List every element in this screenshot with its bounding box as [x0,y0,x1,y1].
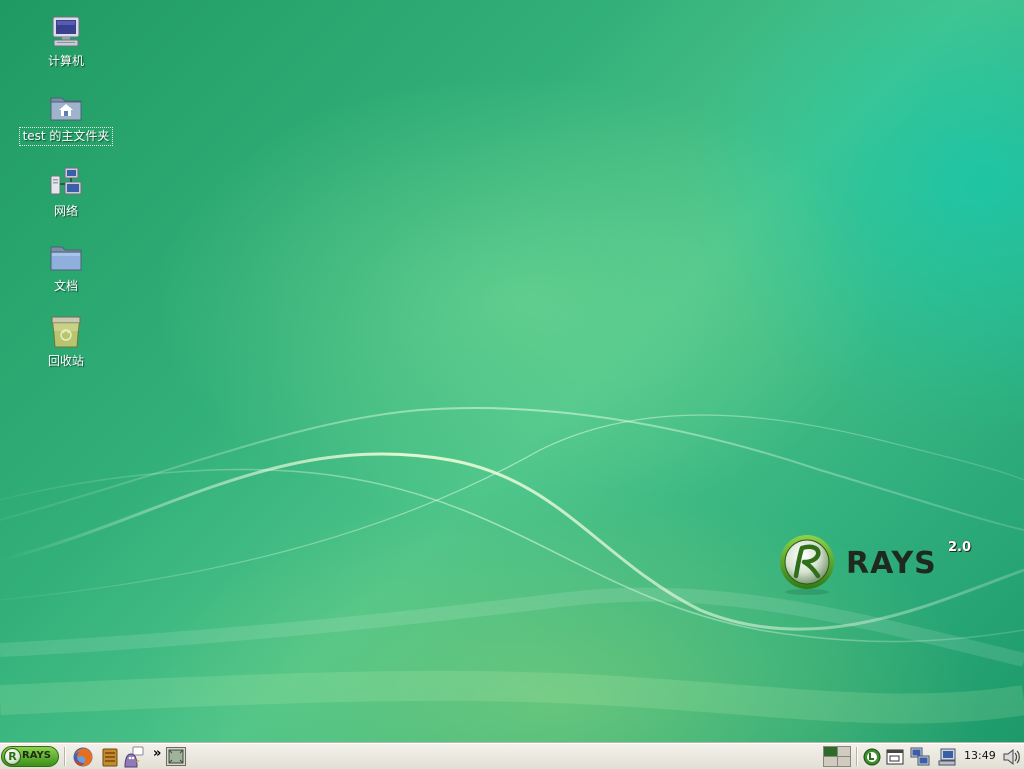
taskbar-separator [64,747,66,766]
brand-name: RAYS [846,546,937,581]
rays-start-logo-icon: R [4,748,21,765]
desktop-icon-label: 计算机 [47,54,84,68]
desktop-icon-label: test 的主文件夹 [18,127,114,146]
workspace-1[interactable] [824,747,837,756]
start-button[interactable]: R RAYS [1,746,59,767]
messenger-icon[interactable] [122,746,144,768]
network-connection-icon[interactable] [909,746,931,768]
terminal-icon[interactable] [884,746,906,768]
clock[interactable]: 13:49 [964,749,996,762]
desktop-icons: 计算机 test 的主文件夹 网络 文档 回收站 [14,14,118,389]
workspace-3[interactable] [824,757,837,766]
desktop-icon-trash[interactable]: 回收站 [14,314,118,380]
desktop-icon-label: 回收站 [47,354,84,368]
taskbar-separator [856,747,858,766]
desktop[interactable]: 计算机 test 的主文件夹 网络 文档 回收站 RAYS 2.0 [0,0,1024,743]
workspace-switcher[interactable] [823,746,851,767]
desktop-icon-network[interactable]: 网络 [14,164,118,230]
home-folder-icon [50,97,82,121]
volume-icon[interactable] [1001,746,1023,768]
desktop-icon-documents[interactable]: 文档 [14,239,118,305]
wallpaper-waves [0,407,1024,724]
desktop-icon-home-folder[interactable]: test 的主文件夹 [14,89,118,155]
network-status-icon[interactable] [936,746,958,768]
launcher-overflow-button[interactable]: » [153,746,161,761]
workspace-2[interactable] [837,747,850,756]
brand-version: 2.0 [948,540,972,555]
show-desktop-button[interactable] [166,747,186,766]
firefox-icon[interactable] [72,746,94,768]
rays-logo-icon [780,535,834,595]
archive-manager-icon[interactable] [99,746,121,768]
start-button-label: RAYS [22,750,51,761]
workspace-4[interactable] [837,757,850,766]
folder-icon [50,246,82,271]
taskbar: R RAYS » 13:49 [0,743,1024,769]
desktop-icon-label: 文档 [53,279,78,293]
desktop-icon-computer[interactable]: 计算机 [14,14,118,80]
rays-brand-logo: RAYS 2.0 [778,532,978,596]
desktop-icon-label: 网络 [53,204,78,218]
network-icon [50,167,82,195]
trash-icon [51,316,81,348]
update-manager-icon[interactable] [861,746,883,768]
computer-icon [52,16,80,47]
show-desktop-icon [168,749,184,764]
